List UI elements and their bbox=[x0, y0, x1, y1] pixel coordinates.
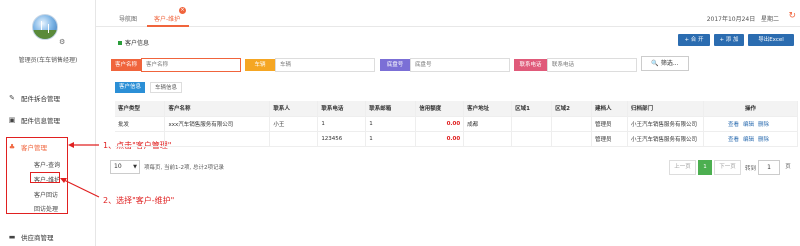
section-title-text: 客户信息 bbox=[125, 40, 150, 47]
date-text: 2017年10月24日 bbox=[706, 16, 756, 23]
filter-label-phone: 联系电话 bbox=[514, 59, 547, 71]
cell-area2 bbox=[551, 116, 593, 131]
jump-page-input[interactable]: 1 bbox=[758, 160, 780, 175]
column-header[interactable]: 客户名称 bbox=[164, 101, 271, 116]
cell-address: 成都 bbox=[463, 116, 513, 131]
briefcase-icon: ▬ bbox=[8, 233, 16, 241]
expand-button[interactable]: + 合 开 bbox=[678, 34, 710, 46]
sidebar-item-label: 配件信息管理 bbox=[21, 117, 60, 125]
pager-info: 项每页, 当前1-2项, 总计2项记录 bbox=[144, 165, 224, 171]
column-header[interactable]: 建档人 bbox=[591, 101, 628, 116]
refresh-icon[interactable]: ↻ bbox=[788, 11, 796, 21]
cell-dept: 小王汽车销售服务有限公司 bbox=[627, 131, 704, 146]
cell-creator: 管理员 bbox=[591, 131, 628, 146]
section-marker-icon bbox=[118, 40, 122, 45]
user-name: 管理员(车车销售经理) bbox=[18, 57, 78, 64]
avatar[interactable] bbox=[32, 14, 58, 40]
column-header[interactable]: 联系邮箱 bbox=[365, 101, 417, 116]
column-header[interactable]: 区域1 bbox=[511, 101, 553, 116]
current-date: 2017年10月24日 星期二 bbox=[707, 14, 779, 23]
cell-contact: 小王 bbox=[269, 116, 319, 131]
page-button-current[interactable]: 1 bbox=[698, 160, 712, 175]
tab-nav-map[interactable]: 导航图 bbox=[119, 14, 137, 23]
weekday-text: 星期二 bbox=[760, 16, 779, 23]
cell-dept: 小王汽车销售服务有限公司 bbox=[627, 116, 704, 131]
cell-ops: 查看 编辑 删除 bbox=[703, 116, 799, 131]
column-header[interactable]: 客户类型 bbox=[115, 101, 166, 116]
subtab-vehicle-info[interactable]: 车辆信息 bbox=[150, 82, 183, 93]
tab-customer-maintain[interactable]: 客户-维护 bbox=[154, 14, 180, 23]
delete-link[interactable]: 删除 bbox=[758, 122, 769, 128]
cell-area2 bbox=[551, 131, 593, 146]
section-title: 客户信息 bbox=[118, 38, 149, 47]
customer-table: 客户类型 客户名称 联系人 联系电话 联系邮箱 信用额度 客户地址 区域1 区域… bbox=[115, 101, 799, 147]
table-row[interactable]: 批发 xxx汽车销售服务有限公司 小王 1 1 0.00 成都 管理员 小王汽车… bbox=[115, 116, 799, 131]
cell-name: xxx汽车销售服务有限公司 bbox=[164, 116, 271, 131]
column-header[interactable]: 区域2 bbox=[551, 101, 593, 116]
vehicle-input[interactable] bbox=[275, 58, 375, 72]
jump-label: 转到 bbox=[745, 166, 757, 172]
cell-email: 1 bbox=[365, 131, 417, 146]
cell-type bbox=[115, 131, 166, 146]
search-icon: 🔍 bbox=[651, 60, 659, 67]
prev-page-button[interactable]: 上一页 bbox=[669, 160, 696, 175]
table-row[interactable]: 123456 1 0.00 管理员 小王汽车销售服务有限公司 查看 编辑 删除 bbox=[115, 131, 799, 146]
filter-label-chassis: 底盘号 bbox=[380, 59, 410, 71]
annotation-step2: 2、选择"客户-维护" bbox=[103, 196, 175, 205]
filter-label-vehicle: 车辆 bbox=[245, 59, 275, 71]
filter-button[interactable]: 🔍 筛选... bbox=[641, 56, 689, 71]
cell-contact bbox=[269, 131, 319, 146]
view-link[interactable]: 查看 bbox=[728, 137, 739, 143]
page-size-value: 10 bbox=[114, 163, 122, 170]
tab-bar bbox=[96, 0, 800, 27]
cell-phone: 123456 bbox=[317, 131, 367, 146]
filter-label-customer-name: 客户名称 bbox=[111, 59, 141, 71]
customer-name-input[interactable] bbox=[141, 58, 241, 72]
app-root: ⚙ 管理员(车车销售经理) ✎ 配件拆合管理 ▣ 配件信息管理 ♣ 客户管理 客… bbox=[0, 0, 800, 246]
cell-credit: 0.00 bbox=[415, 116, 465, 131]
cell-ops: 查看 编辑 删除 bbox=[703, 131, 799, 146]
column-header[interactable]: 信用额度 bbox=[415, 101, 465, 116]
cell-email: 1 bbox=[365, 116, 417, 131]
active-tab-indicator bbox=[147, 25, 189, 27]
page-size-select[interactable]: 10 ▼ bbox=[110, 160, 140, 174]
phone-input[interactable] bbox=[547, 58, 637, 72]
view-link[interactable]: 查看 bbox=[728, 122, 739, 128]
cube-icon: ▣ bbox=[8, 116, 16, 124]
chassis-input[interactable] bbox=[410, 58, 510, 72]
sidebar-item-label: 配件拆合管理 bbox=[21, 95, 60, 103]
filter-button-label: 筛选... bbox=[660, 60, 679, 67]
gear-icon[interactable]: ⚙ bbox=[59, 38, 65, 46]
highlight-box-customer-maintain bbox=[30, 172, 60, 183]
column-header[interactable]: 联系电话 bbox=[317, 101, 367, 116]
add-button[interactable]: + 添 加 bbox=[714, 34, 744, 46]
cell-area1 bbox=[511, 116, 553, 131]
cell-area1 bbox=[511, 131, 553, 146]
cell-type: 批发 bbox=[115, 116, 166, 131]
sidebar-item-label: 供应商管理 bbox=[21, 234, 54, 242]
column-header[interactable]: 客户地址 bbox=[463, 101, 513, 116]
cell-phone: 1 bbox=[317, 116, 367, 131]
export-excel-button[interactable]: 导出Excel bbox=[748, 34, 794, 46]
go-button[interactable]: 页 bbox=[781, 160, 795, 175]
cell-creator: 管理员 bbox=[591, 116, 628, 131]
cell-address bbox=[463, 131, 513, 146]
cell-credit: 0.00 bbox=[415, 131, 465, 146]
column-header[interactable]: 联系人 bbox=[269, 101, 319, 116]
delete-link[interactable]: 删除 bbox=[758, 137, 769, 143]
table-header-row: 客户类型 客户名称 联系人 联系电话 联系邮箱 信用额度 客户地址 区域1 区域… bbox=[115, 101, 799, 116]
chevron-down-icon: ▼ bbox=[133, 164, 137, 170]
column-header[interactable]: 归档部门 bbox=[627, 101, 704, 116]
subtab-customer-info[interactable]: 客户信息 bbox=[115, 82, 146, 93]
wrench-icon: ✎ bbox=[9, 94, 15, 102]
sidebar-item-supplier-management[interactable]: ▬ 供应商管理 bbox=[8, 232, 54, 242]
edit-link[interactable]: 编辑 bbox=[743, 137, 754, 143]
column-header: 操作 bbox=[703, 101, 799, 116]
edit-link[interactable]: 编辑 bbox=[743, 122, 754, 128]
close-icon[interactable]: × bbox=[179, 7, 186, 14]
sidebar-item-parts-assembly[interactable]: ✎ 配件拆合管理 bbox=[8, 93, 60, 103]
sidebar-item-parts-info[interactable]: ▣ 配件信息管理 bbox=[8, 115, 60, 125]
cell-name bbox=[164, 131, 271, 146]
next-page-button[interactable]: 下一页 bbox=[714, 160, 741, 175]
